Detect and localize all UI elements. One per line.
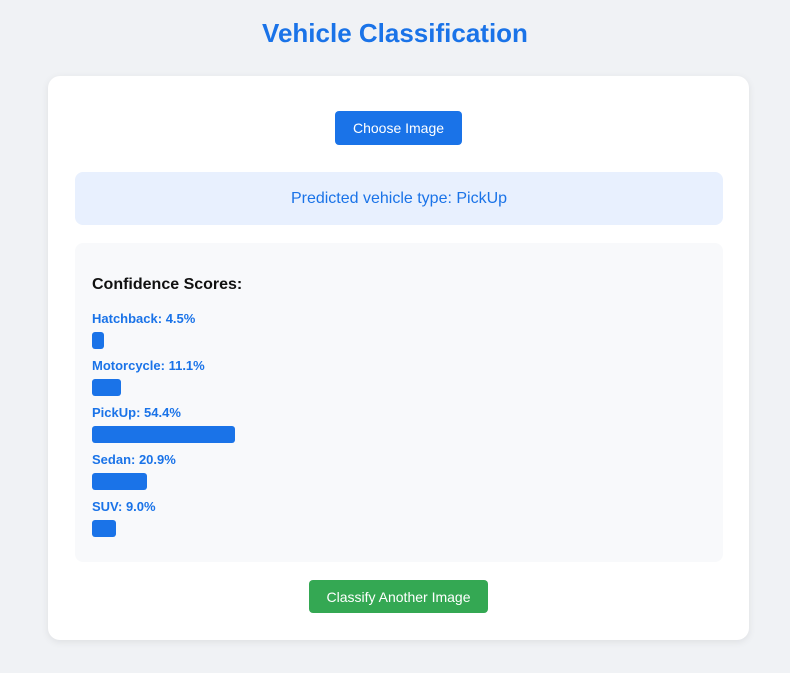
score-label-motorcycle: Motorcycle: 11.1% xyxy=(92,358,205,373)
score-item: PickUp: 54.4% xyxy=(92,405,692,452)
confidence-scores-panel: Confidence Scores: Hatchback: 4.5% Motor… xyxy=(75,243,723,562)
prediction-result: Predicted vehicle type: PickUp xyxy=(75,172,723,225)
score-label-suv: SUV: 9.0% xyxy=(92,499,156,514)
score-item: Sedan: 20.9% xyxy=(92,452,692,499)
score-label-hatchback: Hatchback: 4.5% xyxy=(92,311,196,326)
score-item: SUV: 9.0% xyxy=(92,499,692,546)
score-bar-pickup xyxy=(92,426,236,443)
score-bar-motorcycle xyxy=(92,379,122,396)
score-label-pickup: PickUp: 54.4% xyxy=(92,405,181,420)
score-label-sedan: Sedan: 20.9% xyxy=(92,452,176,467)
confidence-scores-heading: Confidence Scores: xyxy=(92,276,243,293)
confidence-score-list: Hatchback: 4.5% Motorcycle: 11.1% PickUp… xyxy=(92,311,692,546)
score-bar-sedan xyxy=(92,473,147,490)
score-item: Hatchback: 4.5% xyxy=(92,311,692,358)
choose-image-button[interactable]: Choose Image xyxy=(335,111,462,145)
score-bar-suv xyxy=(92,520,116,537)
score-bar-hatchback xyxy=(92,332,104,349)
classifier-card: Choose Image Predicted vehicle type: Pic… xyxy=(48,76,749,640)
classify-another-button[interactable]: Classify Another Image xyxy=(309,580,488,613)
page-title: Vehicle Classification xyxy=(262,18,528,48)
score-item: Motorcycle: 11.1% xyxy=(92,358,692,405)
